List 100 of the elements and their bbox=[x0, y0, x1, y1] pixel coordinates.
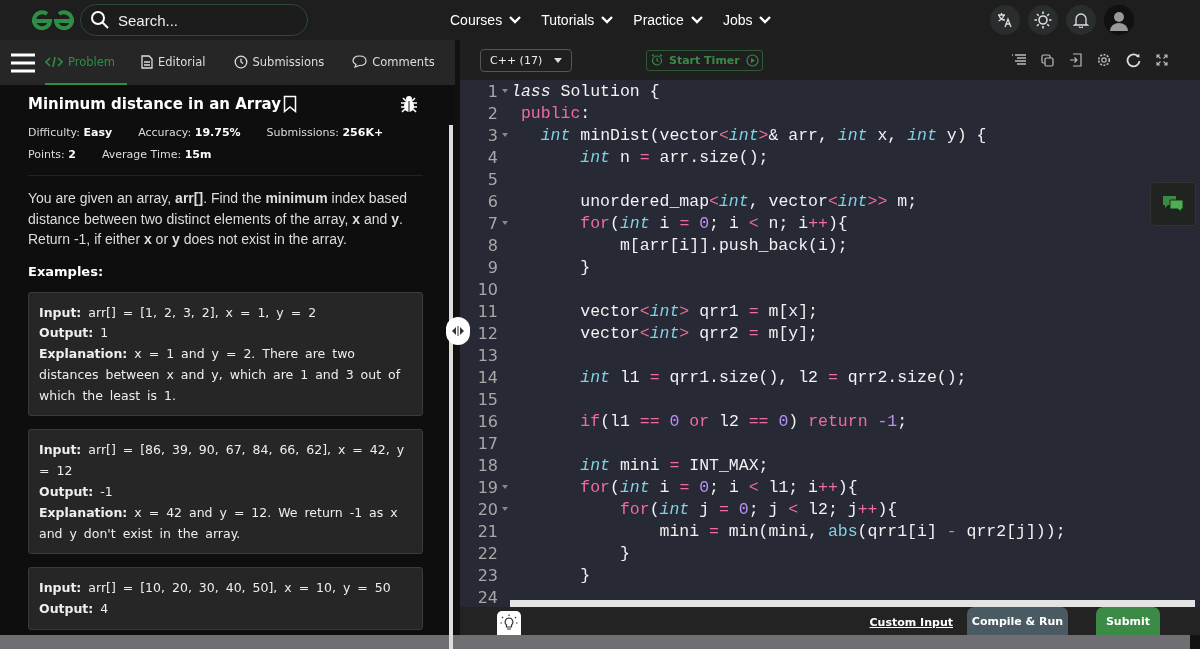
chevron-down-icon bbox=[601, 16, 614, 24]
bookmark-icon[interactable] bbox=[283, 95, 298, 113]
line-number: 15 bbox=[476, 389, 498, 409]
example-line: Input: arr[] = [10, 20, 30, 40, 50], x = 10, y = 50 bbox=[39, 579, 392, 598]
logo-icon[interactable] bbox=[29, 8, 77, 32]
scrollbar-thumb[interactable] bbox=[510, 600, 1195, 607]
line-number: 7 bbox=[486, 213, 498, 233]
scrollbar[interactable] bbox=[0, 635, 1190, 649]
panel-tab[interactable]: Comments bbox=[338, 40, 449, 85]
code-line: for(int i = 0; i < l1; i++){ bbox=[579, 477, 858, 497]
fullscreen-icon[interactable] bbox=[1156, 54, 1168, 66]
code-line: lass Solution { bbox=[511, 81, 660, 101]
panel-tab[interactable]: Submissions bbox=[219, 40, 339, 85]
copy-icon[interactable] bbox=[1041, 53, 1054, 67]
problem-title: Minimum distance in an Array bbox=[28, 95, 282, 113]
example-line: Input: arr[] = [86, 39, 90, 67, 84, 66, 62], x = 42, y = 12 bbox=[39, 441, 406, 481]
line-number: 22 bbox=[476, 543, 498, 563]
code-line: vector<int> qrr2 = m[y]; bbox=[579, 323, 818, 343]
line-number: 13 bbox=[476, 345, 498, 365]
fold-icon[interactable] bbox=[501, 221, 508, 225]
code-line: int mini = INT_MAX; bbox=[579, 455, 769, 475]
code-line: int minDist(vector<int>& arr, int x, int y) { bbox=[539, 125, 987, 145]
theme-button[interactable] bbox=[1028, 5, 1058, 35]
play-icon bbox=[745, 53, 759, 67]
code-line: } bbox=[579, 257, 591, 277]
submit-button[interactable]: Submit bbox=[1096, 607, 1160, 635]
settings-icon[interactable] bbox=[1097, 53, 1111, 67]
line-number: 9 bbox=[486, 257, 498, 277]
nav-menu-item[interactable]: Practice bbox=[633, 12, 703, 28]
menu-icon[interactable] bbox=[11, 52, 35, 73]
problem-stat: Points: 2 bbox=[28, 148, 76, 161]
import-icon[interactable] bbox=[1069, 53, 1082, 67]
line-number: 19 bbox=[476, 477, 498, 497]
panel-tab[interactable]: Problem bbox=[45, 40, 128, 85]
code-line: vector<int> qrr1 = m[x]; bbox=[579, 301, 818, 321]
chat-icon bbox=[1162, 195, 1184, 213]
reset-icon[interactable] bbox=[1126, 52, 1141, 68]
line-number: 17 bbox=[476, 433, 498, 453]
chevron-down-icon bbox=[690, 16, 703, 24]
code-line: public: bbox=[519, 103, 591, 123]
search-field[interactable]: Search... bbox=[80, 4, 308, 36]
translate-button[interactable] bbox=[990, 5, 1020, 35]
nav-menu-item[interactable]: Courses bbox=[450, 12, 522, 28]
comment-icon bbox=[352, 55, 368, 68]
line-number: 14 bbox=[476, 367, 498, 387]
custom-input-link[interactable]: Custom Input bbox=[869, 616, 953, 629]
avatar-icon[interactable] bbox=[1104, 5, 1134, 35]
line-number: 18 bbox=[476, 455, 498, 475]
fold-icon[interactable] bbox=[501, 507, 508, 511]
line-number: 20 bbox=[476, 499, 498, 519]
example-line: Explanation: x = 1 and y = 2. There are two distances between x and y, which are 1 and 3 out of which the least is 1. bbox=[39, 345, 402, 405]
chat-button[interactable] bbox=[1150, 182, 1196, 226]
example-line: Output: 4 bbox=[39, 600, 110, 619]
problem-stat: Average Time: 15m bbox=[101, 148, 212, 161]
code-line: if(l1 == 0 or l2 == 0) return -1; bbox=[579, 411, 908, 431]
example-line: Explanation: x = 42 and y = 12. We return -1 as x and y don't exist in the array. bbox=[39, 503, 399, 543]
start-timer-button[interactable]: Start Timer bbox=[646, 49, 763, 71]
problem-stat: Accuracy: 19.75% bbox=[138, 126, 241, 139]
code-line: for(int i = 0; i < n; i++){ bbox=[579, 213, 848, 233]
lightbulb-icon bbox=[500, 614, 518, 632]
code-line: } bbox=[579, 565, 591, 585]
line-number: 4 bbox=[486, 147, 498, 167]
problem-description: You are given an array, arr[]. Find the minimum index based distance between two distinct elements of the array, x and y. Return -1, if either x or y does not exist in the array. bbox=[28, 189, 409, 249]
fold-icon[interactable] bbox=[501, 133, 508, 137]
format-icon[interactable] bbox=[1012, 54, 1026, 66]
nav-menu-item[interactable]: Jobs bbox=[722, 12, 772, 28]
line-number: 21 bbox=[476, 521, 498, 541]
code-line: for(int j = 0; j < l2; j++){ bbox=[618, 499, 898, 519]
line-number: 2 bbox=[486, 103, 498, 123]
sun-icon bbox=[1034, 11, 1052, 29]
problem-stat: Submissions: 256K+ bbox=[266, 126, 384, 139]
code-editor[interactable] bbox=[460, 80, 1200, 607]
line-number: 8 bbox=[486, 235, 498, 255]
line-number: 3 bbox=[486, 125, 498, 145]
compile-run-button[interactable]: Compile & Run bbox=[967, 607, 1068, 635]
scrollbar-thumb[interactable] bbox=[449, 125, 453, 649]
line-number: 24 bbox=[476, 587, 498, 607]
search-icon bbox=[90, 10, 110, 30]
notification-button[interactable] bbox=[1066, 5, 1096, 35]
example-line: Output: 1 bbox=[39, 324, 110, 343]
document-icon bbox=[141, 54, 154, 69]
line-number: 16 bbox=[476, 411, 498, 431]
code-line: int l1 = qrr1.size(), l2 = qrr2.size(); bbox=[579, 367, 967, 387]
fold-icon[interactable] bbox=[501, 485, 508, 489]
clock-icon bbox=[233, 54, 248, 69]
problem-stat: Difficulty: Easy bbox=[28, 126, 113, 139]
example-line: Output: -1 bbox=[39, 483, 114, 502]
language-select[interactable]: C++ (17) bbox=[480, 48, 572, 72]
hint-button[interactable] bbox=[497, 611, 521, 635]
examples-heading: Examples: bbox=[28, 263, 105, 279]
bug-icon[interactable] bbox=[400, 95, 418, 113]
panel-tab[interactable]: Editorial bbox=[127, 40, 220, 85]
fold-icon[interactable] bbox=[501, 89, 508, 93]
code-line: unordered_map<int, vector<int>> m; bbox=[579, 191, 918, 211]
code-icon bbox=[45, 55, 63, 68]
bell-icon bbox=[1073, 12, 1089, 28]
code-line: m[arr[i]].push_back(i); bbox=[618, 235, 848, 255]
code-line: } bbox=[618, 543, 630, 563]
nav-menu-item[interactable]: Tutorials bbox=[541, 12, 614, 28]
code-line: int n = arr.size(); bbox=[579, 147, 769, 167]
